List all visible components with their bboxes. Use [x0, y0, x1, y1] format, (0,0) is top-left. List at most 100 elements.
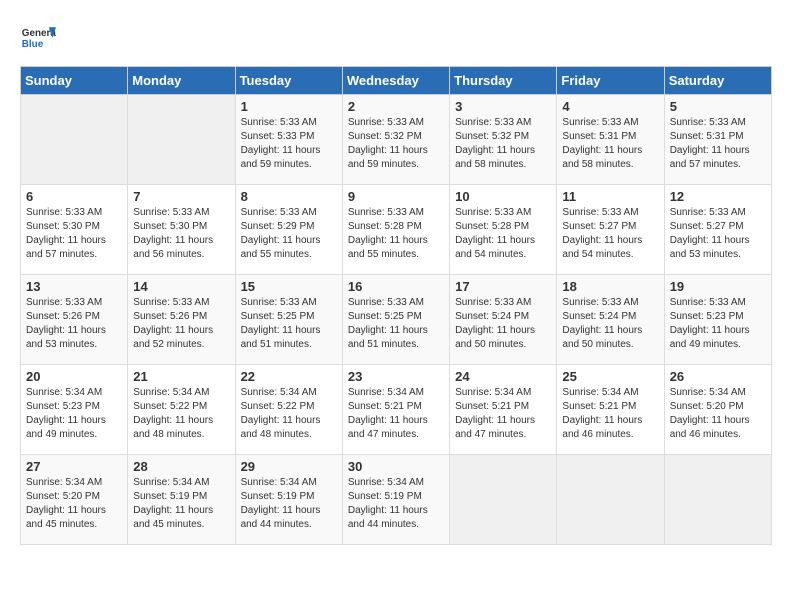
day-info: Sunrise: 5:34 AM Sunset: 5:19 PM Dayligh… [133, 476, 229, 532]
calendar-cell: 4Sunrise: 5:33 AM Sunset: 5:31 PM Daylig… [557, 95, 664, 185]
day-info: Sunrise: 5:34 AM Sunset: 5:20 PM Dayligh… [670, 386, 766, 442]
day-info: Sunrise: 5:33 AM Sunset: 5:25 PM Dayligh… [241, 296, 337, 352]
calendar-cell: 1 Sunrise: 5:33 AM Sunset: 5:33 PM Daylig… [235, 95, 342, 185]
day-number: 15 [241, 279, 337, 294]
calendar-cell: 17 Sunrise: 5:33 AM Sunset: 5:24 PM Dayli… [450, 275, 557, 365]
calendar-cell: 23 Sunrise: 5:34 AM Sunset: 5:21 PM Dayli… [342, 365, 449, 455]
day-number: 30 [348, 459, 444, 474]
calendar-week-row: 27 Sunrise: 5:34 AM Sunset: 5:20 PM Dayli… [21, 455, 772, 545]
day-info: Sunrise: 5:33 AM Sunset: 5:25 PM Dayligh… [348, 296, 444, 352]
day-info: Sunrise: 5:34 AM Sunset: 5:22 PM Dayligh… [241, 386, 337, 442]
day-number: 2 [348, 99, 444, 114]
calendar-cell: 25 Sunrise: 5:34 AM Sunset: 5:21 PM Dayli… [557, 365, 664, 455]
day-info: Sunrise: 5:33 AM Sunset: 5:30 PM Dayligh… [133, 206, 229, 262]
calendar-cell: 16 Sunrise: 5:33 AM Sunset: 5:25 PM Dayli… [342, 275, 449, 365]
calendar-cell: 15 Sunrise: 5:33 AM Sunset: 5:25 PM Dayli… [235, 275, 342, 365]
day-number: 24 [455, 369, 551, 384]
day-info: Sunrise: 5:34 AM Sunset: 5:20 PM Dayligh… [26, 476, 122, 532]
calendar-cell: 5Sunrise: 5:33 AM Sunset: 5:31 PM Daylig… [664, 95, 771, 185]
calendar-cell: 12 Sunrise: 5:33 AM Sunset: 5:27 PM Dayli… [664, 185, 771, 275]
header: General Blue [20, 20, 772, 56]
calendar-cell: 11Sunrise: 5:33 AM Sunset: 5:27 PM Dayli… [557, 185, 664, 275]
day-info: Sunrise: 5:33 AM Sunset: 5:28 PM Dayligh… [348, 206, 444, 262]
calendar-cell: 14Sunrise: 5:33 AM Sunset: 5:26 PM Dayli… [128, 275, 235, 365]
calendar-cell: 3 Sunrise: 5:33 AM Sunset: 5:32 PM Daylig… [450, 95, 557, 185]
day-info: Sunrise: 5:33 AM Sunset: 5:23 PM Dayligh… [670, 296, 766, 352]
day-info: Sunrise: 5:33 AM Sunset: 5:24 PM Dayligh… [562, 296, 658, 352]
calendar-cell: 10 Sunrise: 5:33 AM Sunset: 5:28 PM Dayli… [450, 185, 557, 275]
calendar-cell: 21Sunrise: 5:34 AM Sunset: 5:22 PM Dayli… [128, 365, 235, 455]
logo: General Blue [20, 20, 56, 56]
calendar-cell: 7 Sunrise: 5:33 AM Sunset: 5:30 PM Daylig… [128, 185, 235, 275]
day-number: 14 [133, 279, 229, 294]
day-number: 8 [241, 189, 337, 204]
calendar-cell: 30 Sunrise: 5:34 AM Sunset: 5:19 PM Dayli… [342, 455, 449, 545]
calendar-cell: 19 Sunrise: 5:33 AM Sunset: 5:23 PM Dayli… [664, 275, 771, 365]
day-header-wednesday: Wednesday [342, 67, 449, 95]
day-number: 29 [241, 459, 337, 474]
day-info: Sunrise: 5:33 AM Sunset: 5:32 PM Dayligh… [455, 116, 551, 172]
day-info: Sunrise: 5:33 AM Sunset: 5:24 PM Dayligh… [455, 296, 551, 352]
day-info: Sunrise: 5:33 AM Sunset: 5:30 PM Dayligh… [26, 206, 122, 262]
day-header-monday: Monday [128, 67, 235, 95]
calendar-cell [664, 455, 771, 545]
calendar-week-row: 20 Sunrise: 5:34 AM Sunset: 5:23 PM Dayli… [21, 365, 772, 455]
day-info: Sunrise: 5:34 AM Sunset: 5:21 PM Dayligh… [562, 386, 658, 442]
day-number: 13 [26, 279, 122, 294]
day-info: Sunrise: 5:33 AM Sunset: 5:26 PM Dayligh… [26, 296, 122, 352]
logo-icon: General Blue [20, 20, 56, 56]
day-number: 27 [26, 459, 122, 474]
calendar-cell [557, 455, 664, 545]
day-info: Sunrise: 5:33 AM Sunset: 5:27 PM Dayligh… [562, 206, 658, 262]
calendar-cell [128, 95, 235, 185]
day-number: 3 [455, 99, 551, 114]
calendar-cell: 29Sunrise: 5:34 AM Sunset: 5:19 PM Dayli… [235, 455, 342, 545]
calendar-cell: 9 Sunrise: 5:33 AM Sunset: 5:28 PM Daylig… [342, 185, 449, 275]
day-header-friday: Friday [557, 67, 664, 95]
day-info: Sunrise: 5:34 AM Sunset: 5:21 PM Dayligh… [455, 386, 551, 442]
day-info: Sunrise: 5:33 AM Sunset: 5:28 PM Dayligh… [455, 206, 551, 262]
day-number: 20 [26, 369, 122, 384]
day-number: 25 [562, 369, 658, 384]
day-number: 9 [348, 189, 444, 204]
day-number: 26 [670, 369, 766, 384]
calendar-cell: 20 Sunrise: 5:34 AM Sunset: 5:23 PM Dayli… [21, 365, 128, 455]
calendar-cell: 2 Sunrise: 5:33 AM Sunset: 5:32 PM Daylig… [342, 95, 449, 185]
calendar-header-row: SundayMondayTuesdayWednesdayThursdayFrid… [21, 67, 772, 95]
day-number: 7 [133, 189, 229, 204]
day-number: 16 [348, 279, 444, 294]
day-header-thursday: Thursday [450, 67, 557, 95]
day-info: Sunrise: 5:33 AM Sunset: 5:29 PM Dayligh… [241, 206, 337, 262]
calendar-cell: 26 Sunrise: 5:34 AM Sunset: 5:20 PM Dayli… [664, 365, 771, 455]
day-info: Sunrise: 5:33 AM Sunset: 5:33 PM Dayligh… [241, 116, 337, 172]
calendar-week-row: 13 Sunrise: 5:33 AM Sunset: 5:26 PM Dayli… [21, 275, 772, 365]
day-info: Sunrise: 5:34 AM Sunset: 5:22 PM Dayligh… [133, 386, 229, 442]
calendar-cell: 18Sunrise: 5:33 AM Sunset: 5:24 PM Dayli… [557, 275, 664, 365]
calendar-cell: 13 Sunrise: 5:33 AM Sunset: 5:26 PM Dayli… [21, 275, 128, 365]
day-info: Sunrise: 5:34 AM Sunset: 5:19 PM Dayligh… [348, 476, 444, 532]
day-info: Sunrise: 5:33 AM Sunset: 5:31 PM Dayligh… [562, 116, 658, 172]
day-number: 19 [670, 279, 766, 294]
calendar-cell: 28 Sunrise: 5:34 AM Sunset: 5:19 PM Dayli… [128, 455, 235, 545]
day-info: Sunrise: 5:34 AM Sunset: 5:23 PM Dayligh… [26, 386, 122, 442]
day-number: 5 [670, 99, 766, 114]
svg-text:Blue: Blue [22, 39, 44, 50]
day-header-saturday: Saturday [664, 67, 771, 95]
day-number: 28 [133, 459, 229, 474]
calendar-week-row: 1 Sunrise: 5:33 AM Sunset: 5:33 PM Daylig… [21, 95, 772, 185]
calendar-week-row: 6Sunrise: 5:33 AM Sunset: 5:30 PM Daylig… [21, 185, 772, 275]
calendar-cell: 27 Sunrise: 5:34 AM Sunset: 5:20 PM Dayli… [21, 455, 128, 545]
calendar-cell [21, 95, 128, 185]
day-number: 23 [348, 369, 444, 384]
day-number: 10 [455, 189, 551, 204]
day-info: Sunrise: 5:33 AM Sunset: 5:27 PM Dayligh… [670, 206, 766, 262]
day-number: 12 [670, 189, 766, 204]
calendar-cell [450, 455, 557, 545]
calendar-cell: 22Sunrise: 5:34 AM Sunset: 5:22 PM Dayli… [235, 365, 342, 455]
day-number: 17 [455, 279, 551, 294]
day-info: Sunrise: 5:33 AM Sunset: 5:32 PM Dayligh… [348, 116, 444, 172]
calendar-table: SundayMondayTuesdayWednesdayThursdayFrid… [20, 66, 772, 545]
calendar-cell: 6Sunrise: 5:33 AM Sunset: 5:30 PM Daylig… [21, 185, 128, 275]
day-info: Sunrise: 5:34 AM Sunset: 5:21 PM Dayligh… [348, 386, 444, 442]
day-number: 1 [241, 99, 337, 114]
